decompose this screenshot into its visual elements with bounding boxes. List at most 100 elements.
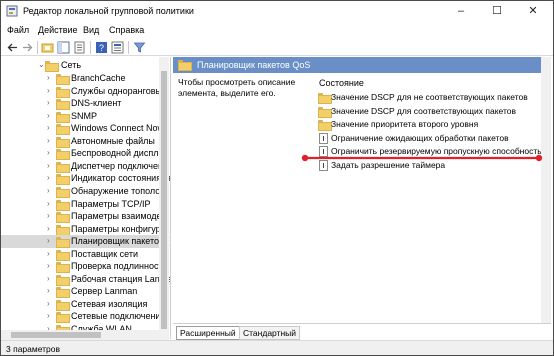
chevron-right-icon[interactable]: › xyxy=(47,161,50,170)
chevron-right-icon[interactable]: › xyxy=(47,249,50,258)
chevron-right-icon[interactable]: › xyxy=(47,236,50,245)
help-icon[interactable]: ? xyxy=(95,41,108,54)
tree-node[interactable]: › Беспроводной дисплей xyxy=(1,147,168,161)
tree-node-label: SNMP xyxy=(71,110,98,121)
toolbar-separator xyxy=(90,41,91,54)
menu-help[interactable]: Справка xyxy=(109,25,144,35)
tab-extended[interactable]: Расширенный xyxy=(176,326,240,340)
setting-row[interactable]: Ограничение ожидающих обработки пакетов xyxy=(315,132,551,145)
forward-arrow-icon[interactable] xyxy=(21,41,34,54)
view-tabs: Расширенный Стандартный xyxy=(173,323,551,340)
setting-label: Значение DSCP для не соответствующих пак… xyxy=(331,92,528,102)
chevron-right-icon[interactable]: › xyxy=(47,86,50,95)
status-bar: 3 параметров xyxy=(1,340,553,355)
properties-icon[interactable] xyxy=(111,41,124,54)
setting-label: Задать разрешение таймера xyxy=(331,159,446,170)
chevron-right-icon[interactable]: › xyxy=(47,286,50,295)
chevron-right-icon[interactable]: › xyxy=(47,274,50,283)
setting-icon xyxy=(319,132,328,144)
folder-icon xyxy=(56,249,70,261)
chevron-right-icon[interactable]: › xyxy=(47,186,50,195)
tree-node[interactable]: › Службы одноранговых xyxy=(1,85,166,98)
chevron-right-icon[interactable]: › xyxy=(47,211,50,220)
chevron-right-icon[interactable]: › xyxy=(47,299,50,308)
filter-icon[interactable] xyxy=(133,41,146,54)
chevron-right-icon[interactable]: › xyxy=(47,311,50,320)
tree-node[interactable]: › Поставщик сети xyxy=(1,248,161,261)
app-icon xyxy=(6,5,18,17)
close-button[interactable]: ✕ xyxy=(515,1,551,22)
tree-node-label: Индикатор состояния се xyxy=(71,173,171,184)
menu-file[interactable]: Файл xyxy=(7,25,29,35)
show-hide-tree-icon[interactable] xyxy=(57,41,70,54)
minimize-button[interactable]: – xyxy=(443,1,479,22)
chevron-right-icon[interactable]: › xyxy=(47,73,50,82)
setting-label: Значение приоритета второго уровня xyxy=(331,119,479,130)
pane-header: Планировщик пакетов QoS xyxy=(173,57,551,73)
tree-node-label: Сервер Lanman xyxy=(71,286,138,297)
toolbar-separator xyxy=(128,41,129,54)
details-vertical-scrollbar[interactable] xyxy=(541,57,551,323)
chevron-right-icon[interactable]: › xyxy=(47,136,50,145)
tree-horizontal-scrollbar[interactable] xyxy=(1,330,169,340)
tree-node[interactable]: › Индикатор состояния се xyxy=(1,172,170,186)
chevron-right-icon[interactable]: › xyxy=(47,98,50,107)
chevron-right-icon[interactable]: › xyxy=(47,111,50,120)
folder-icon xyxy=(56,74,70,85)
setting-row[interactable]: Значение приоритета второго уровня xyxy=(315,118,551,132)
tree-node-label: BranchCache xyxy=(71,73,126,83)
tree-node[interactable]: › Параметры конфигура xyxy=(1,223,166,236)
back-arrow-icon[interactable] xyxy=(6,41,19,54)
folder-icon xyxy=(56,186,70,198)
chevron-right-icon[interactable]: › xyxy=(47,123,50,132)
scrollbar-thumb[interactable] xyxy=(11,332,101,338)
column-header-state[interactable]: Состояние xyxy=(319,78,364,88)
setting-row[interactable]: Задать разрешение таймера xyxy=(315,159,551,172)
tree-node[interactable]: › Диспетчер подключени xyxy=(1,160,168,173)
folder-icon xyxy=(56,136,70,148)
tree-node-network[interactable]: ⌄ Сеть xyxy=(1,59,161,72)
tree-node[interactable]: › Планировщик пакетов ( xyxy=(1,235,169,249)
folder-up-icon[interactable] xyxy=(41,41,54,54)
tree-node[interactable]: › BranchCache xyxy=(1,72,161,85)
chevron-right-icon[interactable]: › xyxy=(47,173,50,182)
tree-node[interactable]: › Сетевые подключения xyxy=(1,310,165,324)
folder-icon xyxy=(56,174,70,186)
tree-node[interactable]: › Автономные файлы xyxy=(1,135,161,148)
chevron-right-icon[interactable]: › xyxy=(47,199,50,208)
chevron-right-icon[interactable]: › xyxy=(47,148,50,157)
status-text: 3 параметров xyxy=(6,344,61,354)
tree-node[interactable]: › Сервер Lanman xyxy=(1,285,161,299)
menu-view[interactable]: Вид xyxy=(83,25,99,35)
folder-icon xyxy=(56,99,70,111)
setting-row[interactable]: Значение DSCP для не соответствующих пак… xyxy=(315,91,551,104)
tab-standard[interactable]: Стандартный xyxy=(239,326,301,340)
setting-row[interactable]: Ограничить резервируемую пропускную спос… xyxy=(315,145,551,158)
tree-vertical-scrollbar[interactable] xyxy=(159,57,169,339)
tree-node[interactable]: › Сетевая изоляция xyxy=(1,298,161,311)
scrollbar-thumb[interactable] xyxy=(161,71,167,329)
folder-icon xyxy=(56,274,70,286)
setting-row[interactable]: Значение DSCP для соответствующих пакето… xyxy=(315,105,551,118)
tree-node[interactable]: › SNMP xyxy=(1,110,161,123)
window-title: Редактор локальной групповой политики xyxy=(23,6,194,16)
tree-node[interactable]: › Проверка подлинност xyxy=(1,260,163,274)
tree-node-label: Параметры конфигура xyxy=(71,223,166,234)
tree-node[interactable]: › Windows Connect Now xyxy=(1,122,164,136)
menu-action[interactable]: Действие xyxy=(38,25,78,35)
chevron-right-icon[interactable]: › xyxy=(47,261,50,270)
chevron-down-icon[interactable]: ⌄ xyxy=(38,60,45,69)
tree-node[interactable]: › Рабочая станция Lanma xyxy=(1,273,170,286)
folder-icon xyxy=(56,212,70,224)
maximize-button[interactable]: ☐ xyxy=(479,1,515,22)
export-list-icon[interactable] xyxy=(73,41,86,54)
tree-node[interactable]: › Параметры взаимодей xyxy=(1,210,167,224)
folder-icon xyxy=(56,224,70,236)
svg-text:?: ? xyxy=(99,43,104,53)
tree-node[interactable]: › DNS-клиент xyxy=(1,97,161,111)
chevron-right-icon[interactable]: › xyxy=(47,224,50,233)
tree-node[interactable]: › Параметры TCP/IP xyxy=(1,198,161,211)
settings-list: Значение DSCP для не соответствующих пак… xyxy=(315,91,551,173)
tree-node[interactable]: › Обнаружение топологи xyxy=(1,185,169,198)
folder-icon xyxy=(318,106,332,118)
